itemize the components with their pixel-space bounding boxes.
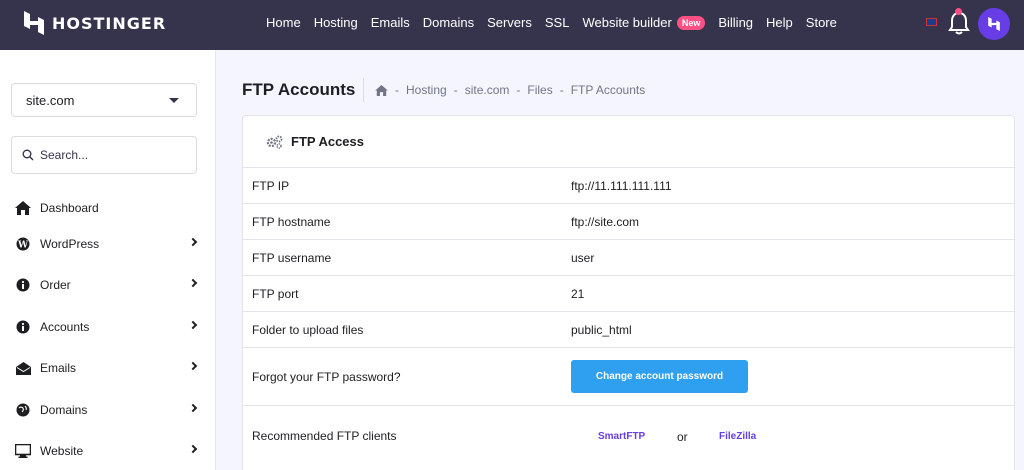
info-icon (14, 318, 32, 336)
sidebar-item-label: Website (40, 444, 84, 458)
nav-domains[interactable]: Domains (423, 15, 474, 30)
nav-emails[interactable]: Emails (371, 15, 410, 30)
ftp-port-label: FTP port (252, 286, 299, 301)
main-nav: Home Hosting Emails Domains Servers SSL … (266, 15, 850, 30)
chevron-right-icon (188, 278, 198, 288)
ftp-username-row: FTP username user (243, 240, 1014, 276)
site-select[interactable]: site.com (11, 83, 197, 117)
ftp-ip-label: FTP IP (252, 178, 290, 193)
nav-website-builder[interactable]: Website builder New (582, 15, 706, 30)
ftp-hostname-row: FTP hostname ftp://site.com (243, 204, 1014, 240)
change-password-button[interactable]: Change account password (571, 360, 748, 393)
nav-home[interactable]: Home (266, 15, 301, 30)
upload-folder-row: Folder to upload files public_html (243, 312, 1014, 348)
ftp-access-card: FTP Access FTP IP ftp://11.111.111.111 F… (242, 115, 1015, 470)
card-title: FTP Access (291, 134, 364, 149)
breadcrumb: - Hosting - site.com - Files - FTP Accou… (375, 83, 645, 97)
filezilla-link[interactable]: FileZilla (719, 431, 756, 442)
breadcrumb-hosting[interactable]: Hosting (406, 83, 447, 97)
chevron-down-icon (169, 98, 179, 103)
nav-ssl[interactable]: SSL (545, 15, 570, 30)
sidebar-item-label: WordPress (40, 237, 100, 251)
sidebar-item-order[interactable]: Order (14, 274, 200, 296)
ftp-username-label: FTP username (252, 250, 332, 265)
sidebar-item-dashboard[interactable]: Dashboard (14, 197, 200, 219)
sidebar-item-label: Dashboard (40, 201, 99, 215)
avatar-logo-icon (988, 17, 1000, 31)
svg-text:W: W (17, 241, 29, 251)
site-select-value: site.com (26, 92, 75, 108)
breadcrumb-files[interactable]: Files (527, 83, 552, 97)
breadcrumb-ftp-accounts: FTP Accounts (570, 83, 646, 97)
title-divider (363, 78, 364, 102)
sidebar-search[interactable] (11, 136, 197, 174)
monitor-icon (14, 442, 32, 460)
ftp-hostname-value: ftp://site.com (571, 214, 640, 229)
nav-billing[interactable]: Billing (718, 15, 753, 30)
sidebar-item-domains[interactable]: Domains (14, 399, 200, 421)
forgot-password-label: Forgot your FTP password? (252, 369, 401, 384)
info-icon (14, 276, 32, 294)
search-icon (22, 149, 34, 161)
hostinger-logo-icon (24, 11, 44, 35)
upload-folder-value: public_html (571, 322, 632, 337)
new-badge: New (676, 15, 706, 30)
sidebar-item-label: Domains (40, 403, 88, 417)
ftp-port-row: FTP port 21 (243, 276, 1014, 312)
home-icon[interactable] (375, 84, 388, 96)
ftp-ip-value: ftp://11.111.111.111 (571, 178, 672, 193)
chevron-right-icon (188, 444, 198, 454)
gears-icon (266, 135, 283, 149)
sidebar-item-label: Accounts (40, 320, 90, 334)
ftp-port-value: 21 (571, 286, 585, 301)
sidebar-item-label: Emails (40, 361, 77, 375)
upload-folder-label: Folder to upload files (252, 322, 364, 337)
chevron-right-icon (188, 403, 198, 413)
search-input[interactable] (40, 148, 190, 162)
or-text: or (677, 430, 688, 444)
top-navbar: HOSTINGER Home Hosting Emails Domains Se… (0, 0, 1024, 50)
smartftp-link[interactable]: SmartFTP (598, 431, 645, 442)
page-title: FTP Accounts (242, 80, 356, 99)
sidebar-item-label: Order (40, 278, 71, 292)
globe-icon (14, 401, 32, 419)
nav-help[interactable]: Help (766, 15, 793, 30)
card-header: FTP Access (243, 116, 1014, 168)
nav-servers[interactable]: Servers (487, 15, 532, 30)
ftp-ip-row: FTP IP ftp://11.111.111.111 (243, 168, 1014, 204)
nav-website-builder-label: Website builder (582, 15, 672, 30)
chevron-right-icon (188, 237, 198, 247)
ftp-username-value: user (571, 250, 595, 265)
nav-store[interactable]: Store (806, 15, 837, 30)
uk-flag-icon[interactable] (926, 18, 937, 26)
ftp-clients-label: Recommended FTP clients (252, 429, 397, 443)
breadcrumb-site[interactable]: site.com (465, 83, 510, 97)
chevron-right-icon (188, 320, 198, 330)
envelope-icon (14, 359, 32, 377)
home-icon (14, 199, 32, 217)
sidebar-item-emails[interactable]: Emails (14, 357, 200, 379)
chevron-right-icon (188, 361, 198, 371)
avatar[interactable] (978, 8, 1010, 40)
brand-name: HOSTINGER (52, 13, 167, 33)
ftp-hostname-label: FTP hostname (252, 214, 331, 229)
wordpress-icon: W (14, 235, 32, 253)
notification-dot (955, 8, 962, 15)
sidebar-item-website[interactable]: Website (14, 440, 200, 462)
nav-hosting[interactable]: Hosting (314, 15, 358, 30)
sidebar-item-accounts[interactable]: Accounts (14, 316, 200, 338)
sidebar-item-wordpress[interactable]: W WordPress (14, 233, 200, 255)
hostinger-logo[interactable]: HOSTINGER (24, 11, 166, 35)
